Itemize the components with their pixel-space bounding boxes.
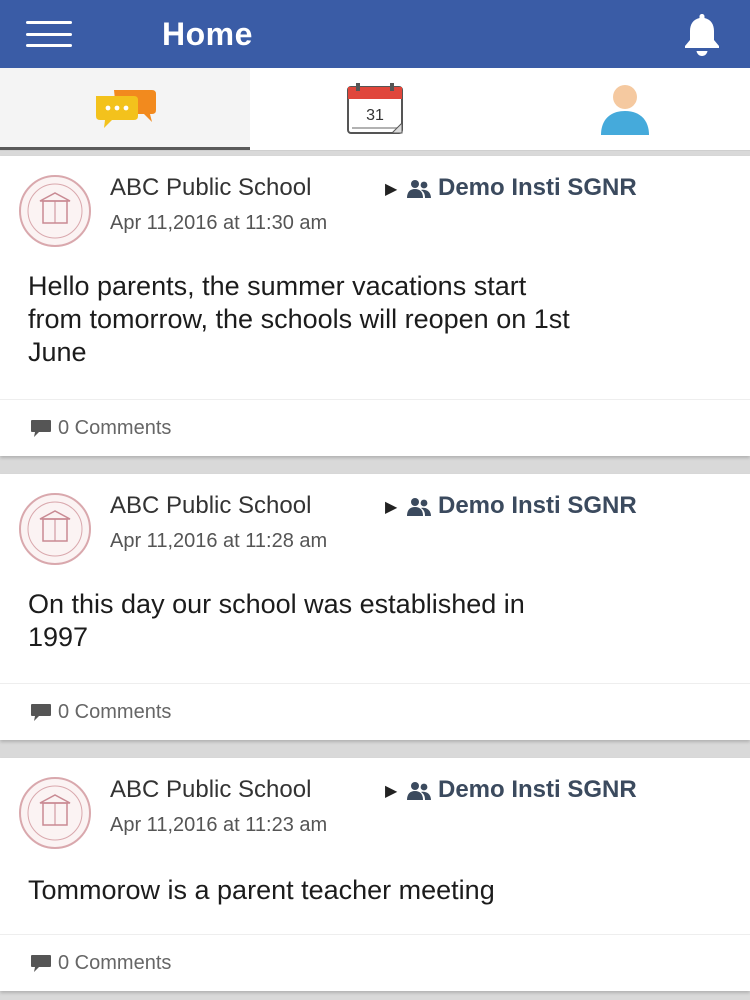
post-author[interactable]: ABC Public School bbox=[110, 776, 311, 804]
post-body: Tommorow is a parent teacher meeting bbox=[0, 874, 750, 907]
triangle-right-icon: ▶ bbox=[385, 181, 398, 198]
post-body-line: Tommorow is a parent teacher meeting bbox=[28, 875, 495, 905]
tab-profile[interactable] bbox=[500, 68, 750, 150]
post-timestamp: Apr 11,2016 at 11:23 am bbox=[110, 814, 328, 836]
school-logo-avatar bbox=[19, 777, 91, 849]
post-card: ABC Public School ▶ Demo Insti SGNR Apr … bbox=[0, 758, 750, 991]
comments-count: 0 Comments bbox=[58, 951, 172, 974]
calendar-icon: 31 bbox=[347, 83, 403, 134]
post-timestamp: Apr 11,2016 at 11:28 am bbox=[110, 530, 328, 552]
bell-icon[interactable] bbox=[676, 10, 728, 58]
triangle-right-icon: ▶ bbox=[385, 783, 398, 800]
post-body: Hello parents, the summer vacations star… bbox=[0, 270, 750, 369]
comment-icon bbox=[31, 955, 51, 972]
post-footer: 0 Comments bbox=[0, 683, 750, 740]
comments-count: 0 Comments bbox=[58, 700, 172, 723]
app-bar: Home bbox=[0, 0, 750, 68]
post-header: ABC Public School ▶ Demo Insti SGNR Apr … bbox=[0, 474, 750, 565]
user-profile-icon bbox=[601, 85, 649, 135]
comments-button[interactable]: 0 Comments bbox=[30, 952, 171, 975]
tab-bar: 31 bbox=[0, 68, 750, 151]
calendar-day: 31 bbox=[366, 107, 384, 124]
post-header: ABC Public School ▶ Demo Insti SGNR Apr … bbox=[0, 758, 750, 849]
post-body: On this day our school was established i… bbox=[0, 588, 750, 654]
post-card: ABC Public School ▶ Demo Insti SGNR Apr … bbox=[0, 156, 750, 456]
post-card: ABC Public School ▶ Demo Insti SGNR Apr … bbox=[0, 474, 750, 740]
post-body-line: from tomorrow, the schools will reopen o… bbox=[28, 304, 570, 334]
school-logo-avatar bbox=[19, 175, 91, 247]
chat-bubbles-icon bbox=[96, 90, 156, 128]
post-group-link[interactable]: Demo Insti SGNR bbox=[438, 174, 637, 202]
post-body-line: June bbox=[28, 337, 87, 367]
tab-calendar[interactable]: 31 bbox=[250, 68, 500, 150]
post-timestamp: Apr 11,2016 at 11:30 am bbox=[110, 212, 328, 234]
group-icon bbox=[407, 498, 431, 516]
school-logo-avatar bbox=[19, 493, 91, 565]
comments-button[interactable]: 0 Comments bbox=[30, 701, 171, 724]
comment-icon bbox=[31, 420, 51, 437]
post-header: ABC Public School ▶ Demo Insti SGNR Apr … bbox=[0, 156, 750, 247]
post-body-line: Hello parents, the summer vacations star… bbox=[28, 271, 527, 301]
post-footer: 0 Comments bbox=[0, 934, 750, 991]
page-title: Home bbox=[162, 15, 253, 52]
tab-messages[interactable] bbox=[0, 68, 250, 150]
comment-icon bbox=[31, 704, 51, 721]
post-group-link[interactable]: Demo Insti SGNR bbox=[438, 492, 637, 520]
hamburger-menu-icon[interactable] bbox=[26, 21, 72, 47]
comments-count: 0 Comments bbox=[58, 416, 172, 439]
post-author[interactable]: ABC Public School bbox=[110, 492, 311, 520]
post-body-line: On this day our school was established i… bbox=[28, 589, 525, 619]
post-body-line: 1997 bbox=[28, 622, 89, 652]
post-author[interactable]: ABC Public School bbox=[110, 174, 311, 202]
group-icon bbox=[407, 180, 431, 198]
post-group-link[interactable]: Demo Insti SGNR bbox=[438, 776, 637, 804]
post-footer: 0 Comments bbox=[0, 399, 750, 456]
triangle-right-icon: ▶ bbox=[385, 499, 398, 516]
group-icon bbox=[407, 782, 431, 800]
comments-button[interactable]: 0 Comments bbox=[30, 417, 171, 440]
